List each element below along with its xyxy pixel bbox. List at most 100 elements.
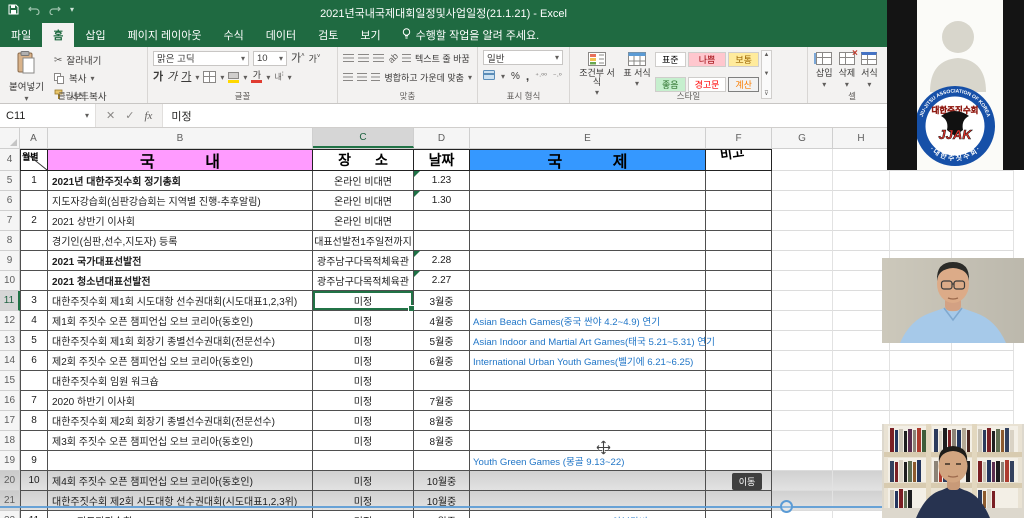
- cell-C11[interactable]: 미정: [313, 291, 414, 311]
- cell-D16[interactable]: 7월중: [414, 391, 470, 411]
- cell-I15[interactable]: [890, 371, 952, 391]
- font-size-select[interactable]: 10▾: [253, 51, 287, 66]
- tell-me-box[interactable]: 수행할 작업을 알려 주세요.: [392, 23, 550, 47]
- cell-J8[interactable]: [952, 231, 1014, 251]
- cell-D9[interactable]: 2.28: [414, 251, 470, 271]
- row-header-4[interactable]: 4: [0, 149, 20, 171]
- cell-G22[interactable]: [772, 511, 833, 518]
- cell-A22[interactable]: 11: [20, 511, 48, 518]
- cell-E15[interactable]: [470, 371, 706, 391]
- cell-F21[interactable]: [706, 491, 772, 511]
- cancel-icon[interactable]: ✕: [106, 109, 115, 122]
- align-center-icon[interactable]: [357, 73, 367, 81]
- cell-G16[interactable]: [772, 391, 833, 411]
- cell-style-normal[interactable]: 표준: [655, 52, 686, 67]
- cell-H7[interactable]: [833, 211, 890, 231]
- cell-style-neutral[interactable]: 보통: [728, 52, 759, 67]
- bold-icon[interactable]: 가: [153, 72, 163, 83]
- cell-G6[interactable]: [772, 191, 833, 211]
- row-header-7[interactable]: 7: [0, 211, 20, 231]
- cell-B12[interactable]: 제1회 주짓수 오픈 챔피언십 오브 코리아(동호인): [48, 311, 313, 331]
- column-header-A[interactable]: A: [20, 128, 48, 148]
- cell-K8[interactable]: [1014, 231, 1024, 251]
- cell-b4-domestic-header[interactable]: 국 내: [48, 149, 313, 171]
- cell-D13[interactable]: 5월중: [414, 331, 470, 351]
- column-header-B[interactable]: B: [48, 128, 313, 148]
- cell-E9[interactable]: [470, 251, 706, 271]
- cell-J5[interactable]: [952, 171, 1014, 191]
- cell-E11[interactable]: [470, 291, 706, 311]
- italic-icon[interactable]: 가: [167, 72, 177, 83]
- row-header-10[interactable]: 10: [0, 271, 20, 291]
- cell-H14[interactable]: [833, 351, 890, 371]
- cell-E12[interactable]: Asian Beach Games(중국 싼야 4.2~4.9) 연기: [470, 311, 706, 331]
- cell-H8[interactable]: [833, 231, 890, 251]
- cell-C8[interactable]: 대표선발전1주일전까지: [313, 231, 414, 251]
- row-header-18[interactable]: 18: [0, 431, 20, 451]
- cell-I6[interactable]: [890, 191, 952, 211]
- column-header-F[interactable]: F: [706, 128, 772, 148]
- align-middle-icon[interactable]: [358, 54, 369, 62]
- cell-D18[interactable]: 8월중: [414, 431, 470, 451]
- cell-A20[interactable]: 10: [20, 471, 48, 491]
- cell-A6[interactable]: [20, 191, 48, 211]
- shrink-font-icon[interactable]: 가˅: [309, 52, 321, 65]
- tab-페이지 레이아웃[interactable]: 페이지 레이아웃: [117, 23, 213, 47]
- wrap-text-button[interactable]: 텍스트 줄 바꿈: [415, 52, 470, 65]
- cell-e4-international-header[interactable]: 국 제: [470, 149, 706, 171]
- cell-B16[interactable]: 2020 하반기 이사회: [48, 391, 313, 411]
- video-tile-logo[interactable]: JIU-JITSU ASSOCIATION OF KOREA · 대 한 주 짓…: [887, 0, 1024, 170]
- cell-D21[interactable]: 10월중: [414, 491, 470, 511]
- cell-E16[interactable]: [470, 391, 706, 411]
- cut-button[interactable]: ✂ 잘라내기: [54, 52, 107, 68]
- cell-K6[interactable]: [1014, 191, 1024, 211]
- insert-function-icon[interactable]: fx: [144, 110, 152, 122]
- row-header-8[interactable]: 8: [0, 231, 20, 251]
- cell-E7[interactable]: [470, 211, 706, 231]
- cell-h4[interactable]: [833, 149, 890, 171]
- cell-D8[interactable]: [414, 231, 470, 251]
- cell-E22[interactable]: JJIF World Championship 2021 (아부다비 11.10…: [470, 511, 706, 518]
- merge-center-button[interactable]: 병합하고 가운데 맞춤: [384, 71, 464, 84]
- cell-F22[interactable]: [706, 511, 772, 518]
- cell-F15[interactable]: [706, 371, 772, 391]
- cell-B10[interactable]: 2021 청소년대표선발전: [48, 271, 313, 291]
- format-cells-button[interactable]: 서식▾: [858, 50, 881, 91]
- cell-F8[interactable]: [706, 231, 772, 251]
- cell-D14[interactable]: 6월중: [414, 351, 470, 371]
- cell-I5[interactable]: [890, 171, 952, 191]
- cell-B5[interactable]: 2021년 대한주짓수회 정기총회: [48, 171, 313, 191]
- row-header-12[interactable]: 12: [0, 311, 20, 331]
- cell-G10[interactable]: [772, 271, 833, 291]
- grow-font-icon[interactable]: 가˄: [291, 51, 305, 65]
- cell-G19[interactable]: [772, 451, 833, 471]
- fill-color-icon[interactable]: [228, 72, 239, 83]
- cell-H5[interactable]: [833, 171, 890, 191]
- cell-B14[interactable]: 제2회 주짓수 오픈 챔피언십 오브 코리아(동호인): [48, 351, 313, 371]
- tab-파일[interactable]: 파일: [0, 23, 42, 47]
- cell-G7[interactable]: [772, 211, 833, 231]
- cell-I16[interactable]: [890, 391, 952, 411]
- cell-c4-venue-header[interactable]: 장 소: [313, 149, 414, 171]
- name-box[interactable]: C11▾: [0, 104, 96, 127]
- row-header-5[interactable]: 5: [0, 171, 20, 191]
- cell-F6[interactable]: [706, 191, 772, 211]
- cell-H6[interactable]: [833, 191, 890, 211]
- cell-A13[interactable]: 5: [20, 331, 48, 351]
- cell-C19[interactable]: [313, 451, 414, 471]
- row-header-19[interactable]: 19: [0, 451, 20, 471]
- align-left-icon[interactable]: [343, 73, 353, 81]
- row-header-20[interactable]: 20: [0, 471, 20, 491]
- cell-E20[interactable]: [470, 471, 706, 491]
- cell-F9[interactable]: [706, 251, 772, 271]
- cell-B19[interactable]: [48, 451, 313, 471]
- cell-B18[interactable]: 제3회 주짓수 오픈 챔피언십 오브 코리아(동호인): [48, 431, 313, 451]
- cell-C13[interactable]: 미정: [313, 331, 414, 351]
- cell-E10[interactable]: [470, 271, 706, 291]
- cell-C5[interactable]: 온라인 비대면: [313, 171, 414, 191]
- cell-A10[interactable]: [20, 271, 48, 291]
- borders-icon[interactable]: [203, 71, 216, 83]
- cell-C22[interactable]: 미정: [313, 511, 414, 518]
- comma-icon[interactable]: ,: [526, 69, 529, 83]
- cell-C16[interactable]: 미정: [313, 391, 414, 411]
